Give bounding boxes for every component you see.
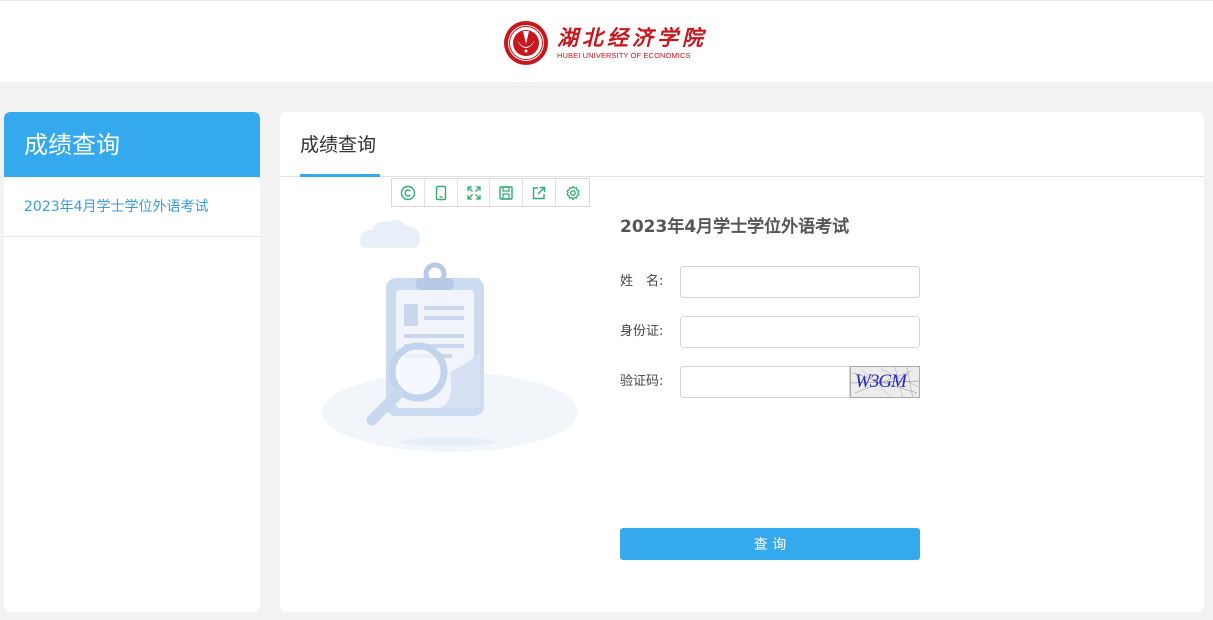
- captcha-image[interactable]: W3GM: [850, 366, 920, 398]
- id-card-row: 身份证:: [620, 316, 920, 348]
- sidebar: 成绩查询 2023年4月学士学位外语考试: [4, 112, 260, 612]
- university-logo[interactable]: 湖北经济学院 HUBEI UNIVERSITY OF ECONOMICS: [503, 19, 708, 67]
- logo-chinese-name: 湖北经济学院: [557, 25, 707, 50]
- tab-score-query[interactable]: 成绩查询: [300, 112, 380, 177]
- university-seal-icon: [504, 21, 548, 65]
- sidebar-item-exam[interactable]: 2023年4月学士学位外语考试: [4, 177, 260, 237]
- save-icon[interactable]: [490, 179, 524, 206]
- name-input[interactable]: [680, 266, 920, 298]
- logo-english-name: HUBEI UNIVERSITY OF ECONOMICS: [557, 51, 691, 60]
- name-row: 姓 名:: [620, 266, 920, 298]
- query-form: 2023年4月学士学位外语考试 姓 名: 身份证: 验证码: W3GM 查 询: [620, 212, 920, 560]
- captcha-text: W3GM: [855, 371, 907, 392]
- captcha-input[interactable]: [680, 366, 850, 398]
- form-title: 2023年4月学士学位外语考试: [620, 217, 850, 237]
- tab-bar: 成绩查询: [280, 112, 1204, 177]
- logo-text: 湖北经济学院 HUBEI UNIVERSITY OF ECONOMICS: [557, 25, 707, 61]
- main-panel: 成绩查询 2023年4月学士学位外语考试 姓 名: 身份证: 验证码: W3GM…: [280, 112, 1204, 612]
- id-card-input[interactable]: [680, 316, 920, 348]
- captcha-label: 验证码:: [620, 374, 664, 389]
- search-clipboard-illustration: [322, 219, 578, 452]
- floating-toolbar: [391, 178, 590, 207]
- share-icon[interactable]: [523, 179, 557, 206]
- name-label: 姓 名:: [620, 274, 664, 289]
- sidebar-title: 成绩查询: [4, 112, 260, 177]
- captcha-row: 验证码: W3GM: [620, 366, 920, 398]
- tablet-icon[interactable]: [425, 179, 458, 206]
- copyright-icon[interactable]: [392, 179, 425, 206]
- page-header: 湖北经济学院 HUBEI UNIVERSITY OF ECONOMICS: [0, 0, 1213, 82]
- query-button[interactable]: 查 询: [620, 528, 920, 560]
- fullscreen-icon[interactable]: [458, 179, 491, 206]
- gear-icon[interactable]: [556, 179, 589, 206]
- id-card-label: 身份证:: [620, 324, 664, 339]
